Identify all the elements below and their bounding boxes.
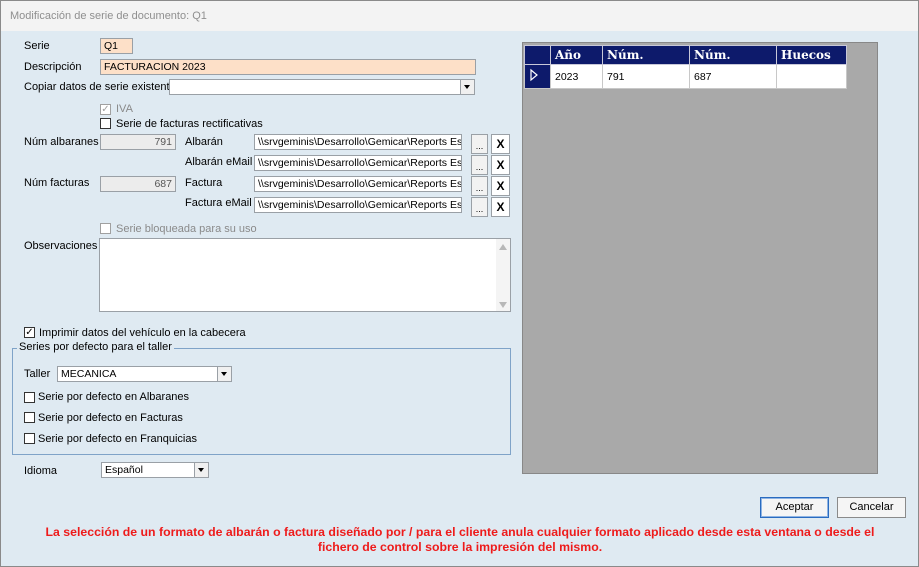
imprimir-label: Imprimir datos del vehículo en la cabece… [39, 327, 246, 339]
albaran-email-path-input[interactable]: \\srvgeminis\Desarrollo\Gemicar\Reports … [254, 155, 462, 171]
num-albaranes-input[interactable]: 791 [100, 134, 176, 150]
albaran-email-browse-button[interactable]: ... [471, 155, 488, 175]
copiar-select[interactable] [169, 79, 475, 95]
albaran-email-label: Albarán eMail [185, 156, 253, 168]
imprimir-checkbox[interactable]: ✓ [24, 327, 35, 338]
cell-num-facturas[interactable]: 687 [689, 64, 777, 89]
column-header-anio[interactable]: Año [550, 45, 603, 65]
idioma-label: Idioma [24, 465, 58, 477]
accept-button[interactable]: Aceptar [760, 497, 829, 518]
factura-email-browse-button[interactable]: ... [471, 197, 488, 217]
table-row[interactable]: 2023 791 687 [524, 64, 847, 89]
num-facturas-input[interactable]: 687 [100, 176, 176, 192]
chevron-down-icon[interactable] [217, 367, 231, 381]
cell-huecos[interactable] [776, 64, 847, 89]
factura-browse-button[interactable]: ... [471, 176, 488, 196]
descripcion-label: Descripción [24, 61, 82, 73]
idioma-select[interactable]: Español [101, 462, 209, 478]
taller-select[interactable]: MECANICA [57, 366, 232, 382]
iva-checkbox[interactable]: ✓ [100, 104, 111, 115]
column-header-num-facturas[interactable]: Núm. [689, 45, 777, 65]
num-albaranes-label: Núm albaranes [24, 136, 99, 148]
taller-group: Series por defecto para el taller Taller… [12, 341, 511, 455]
factura-email-path-input[interactable]: \\srvgeminis\Desarrollo\Gemicar\Reports … [254, 197, 462, 213]
bloqueada-checkbox[interactable] [100, 223, 111, 234]
serie-input[interactable]: Q1 [100, 38, 133, 54]
factura-email-label: Factura eMail [185, 197, 252, 209]
taller-value: MECANICA [61, 368, 117, 380]
series-table: Año Núm. Núm. Huecos 2023 791 687 [524, 45, 847, 89]
num-facturas-label: Núm facturas [24, 177, 90, 189]
copiar-label: Copiar datos de serie existente [24, 81, 176, 93]
default-albaranes-label: Serie por defecto en Albaranes [38, 391, 190, 403]
factura-email-clear-button[interactable]: X [491, 197, 510, 217]
albaran-browse-button[interactable]: ... [471, 134, 488, 154]
observaciones-textarea[interactable] [99, 238, 511, 312]
row-indicator-header [524, 45, 551, 65]
table-header-row: Año Núm. Núm. Huecos [524, 45, 847, 65]
bloqueada-label: Serie bloqueada para su uso [116, 223, 257, 235]
albaran-path-input[interactable]: \\srvgeminis\Desarrollo\Gemicar\Reports … [254, 134, 462, 150]
serie-label: Serie [24, 40, 50, 52]
default-franquicias-checkbox[interactable] [24, 433, 35, 444]
column-header-num-albaranes[interactable]: Núm. [602, 45, 690, 65]
chevron-down-icon[interactable] [194, 463, 208, 477]
descripcion-input[interactable]: FACTURACION 2023 [100, 59, 476, 75]
cell-anio[interactable]: 2023 [550, 64, 603, 89]
current-row-arrow-icon [530, 68, 538, 82]
idioma-value: Español [105, 464, 143, 476]
default-facturas-label: Serie por defecto en Facturas [38, 412, 183, 424]
default-facturas-checkbox[interactable] [24, 412, 35, 423]
factura-label: Factura [185, 177, 223, 189]
scroll-arrows-icon [499, 244, 507, 308]
cancel-button[interactable]: Cancelar [837, 497, 906, 518]
format-warning-message: La selección de un formato de albarán o … [45, 525, 875, 554]
observaciones-scrollbar[interactable] [496, 239, 510, 311]
taller-group-caption: Series por defecto para el taller [17, 341, 174, 353]
dialog-window: Modificación de serie de documento: Q1 S… [0, 0, 919, 567]
albaran-email-clear-button[interactable]: X [491, 155, 510, 175]
factura-clear-button[interactable]: X [491, 176, 510, 196]
factura-path-input[interactable]: \\srvgeminis\Desarrollo\Gemicar\Reports … [254, 176, 462, 192]
window-title: Modificación de serie de documento: Q1 [10, 10, 207, 22]
cell-num-albaranes[interactable]: 791 [602, 64, 690, 89]
iva-label: IVA [116, 103, 133, 115]
dialog-body: Serie Q1 Descripción FACTURACION 2023 Co… [1, 31, 918, 566]
chevron-down-icon[interactable] [460, 80, 474, 94]
taller-label: Taller [24, 368, 51, 380]
default-albaranes-checkbox[interactable] [24, 392, 35, 403]
series-grid[interactable]: Año Núm. Núm. Huecos 2023 791 687 [522, 42, 878, 474]
observaciones-label: Observaciones [24, 240, 98, 252]
title-bar[interactable]: Modificación de serie de documento: Q1 [1, 1, 918, 31]
column-header-huecos[interactable]: Huecos [776, 45, 847, 65]
rectificativas-label: Serie de facturas rectificativas [116, 118, 263, 130]
default-franquicias-label: Serie por defecto en Franquicias [38, 433, 197, 445]
albaran-clear-button[interactable]: X [491, 134, 510, 154]
row-indicator[interactable] [524, 64, 551, 89]
rectificativas-checkbox[interactable] [100, 118, 111, 129]
albaran-label: Albarán [185, 136, 223, 148]
